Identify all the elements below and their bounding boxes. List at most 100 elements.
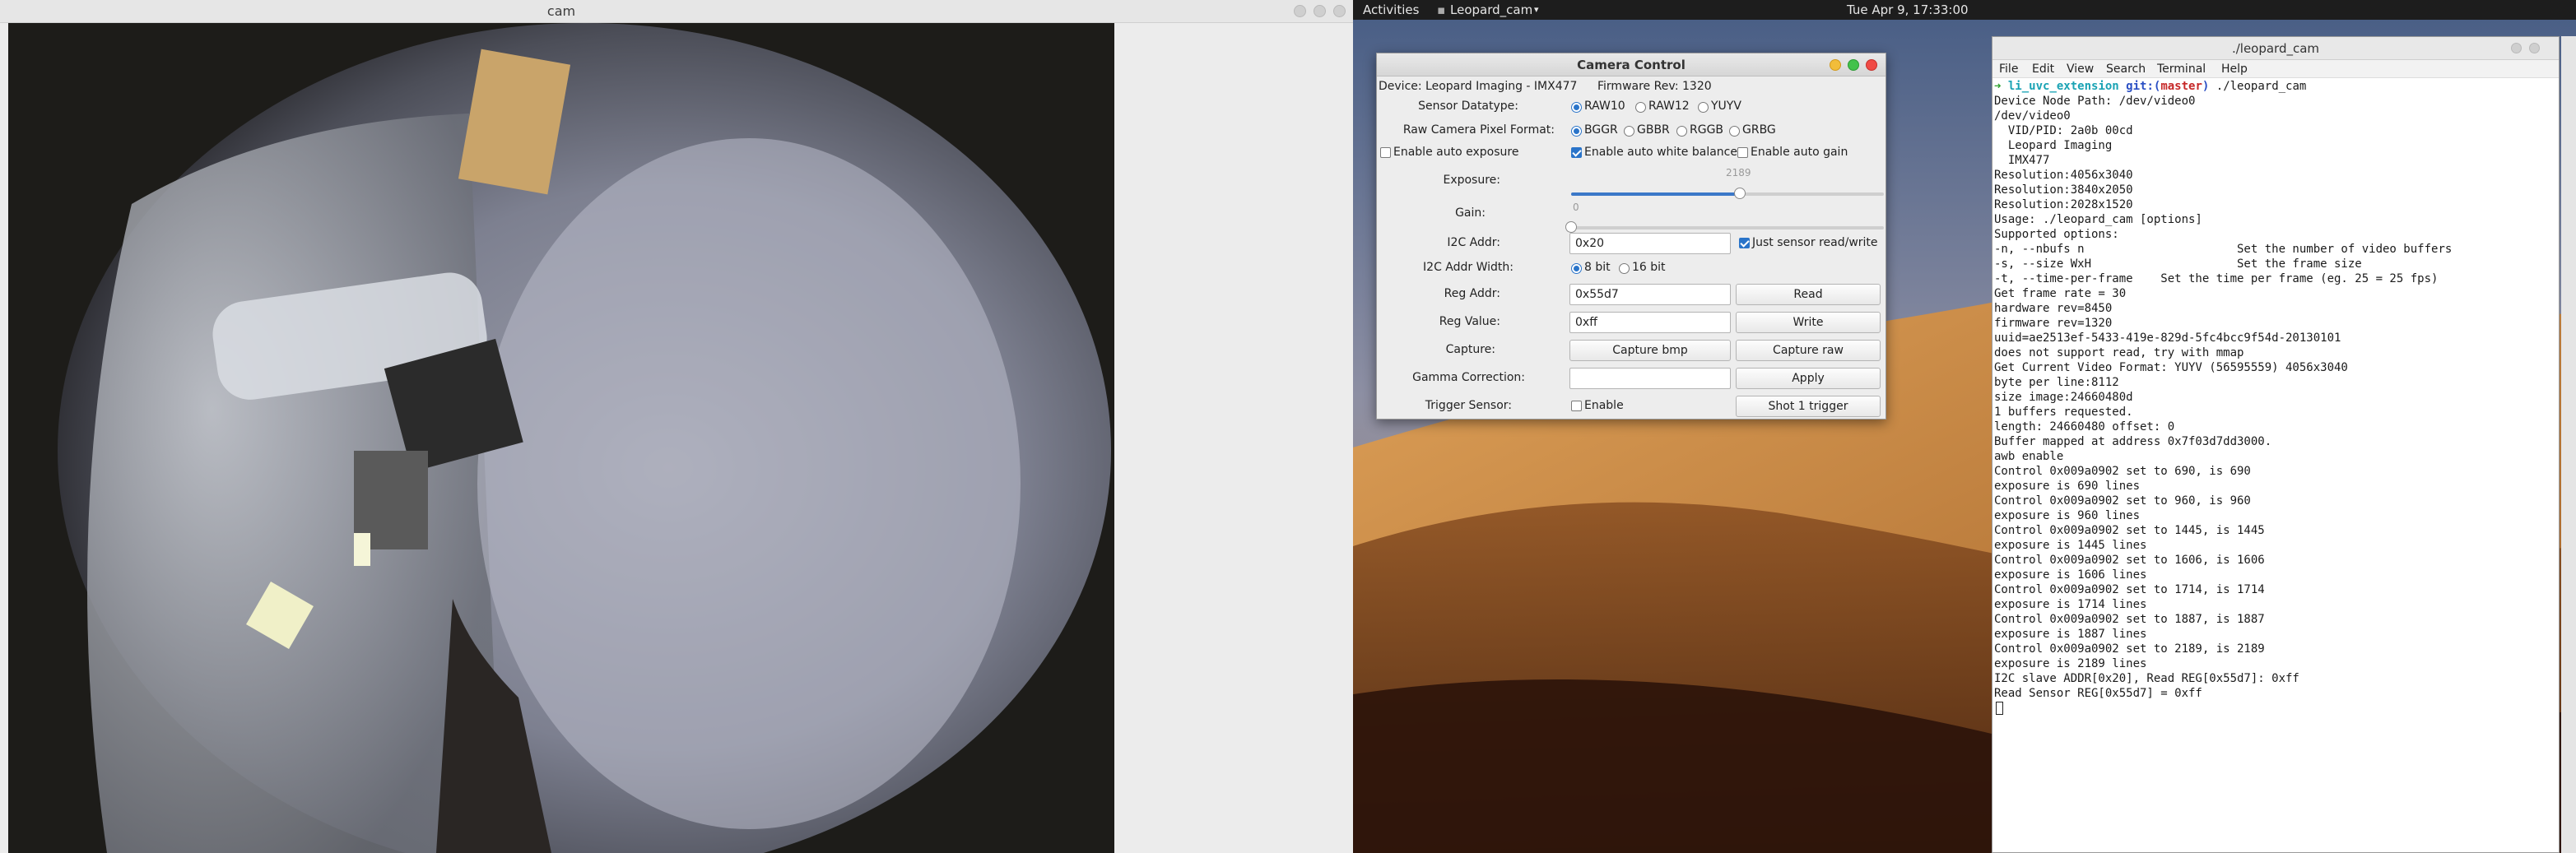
trigger-enable-checkbox[interactable] xyxy=(1571,401,1582,411)
terminal-line: exposure is 960 lines xyxy=(1994,509,2141,522)
auto-white-balance-checkbox[interactable] xyxy=(1571,147,1582,158)
terminal-line: exposure is 2189 lines xyxy=(1994,657,2147,670)
radio-raw10[interactable] xyxy=(1571,102,1582,113)
terminal-line: hardware rev=8450 xyxy=(1994,302,2113,315)
exposure-slider-handle[interactable] xyxy=(1734,188,1746,199)
device-label: Device: Leopard Imaging - IMX477 xyxy=(1379,80,1578,93)
minimize-button[interactable] xyxy=(1830,59,1841,71)
radio-grbg[interactable] xyxy=(1729,126,1740,137)
terminal-line: Control 0x009a0902 set to 960, is 960 xyxy=(1994,494,2251,508)
terminal-line: Resolution:2028x1520 xyxy=(1994,198,2133,211)
capture-bmp-button[interactable]: Capture bmp xyxy=(1569,340,1731,361)
camera-control-dialog: Camera Control Device: Leopard Imaging -… xyxy=(1376,53,1886,420)
read-button[interactable]: Read xyxy=(1736,284,1881,305)
raw12-label: RAW12 xyxy=(1648,100,1690,113)
terminal-line: Read Sensor REG[0x55d7] = 0xff xyxy=(1994,687,2202,700)
menu-file[interactable]: File xyxy=(1999,60,2018,78)
terminal-line: exposure is 1445 lines xyxy=(1994,539,2147,552)
terminal-line: exposure is 1887 lines xyxy=(1994,628,2147,641)
exposure-slider-fill xyxy=(1571,192,1741,196)
terminal-titlebar[interactable]: ./leopard_cam xyxy=(1992,37,2559,60)
radio-gbbr[interactable] xyxy=(1624,126,1634,137)
exposure-slider[interactable] xyxy=(1571,188,1884,199)
exposure-label: Exposure: xyxy=(1443,174,1500,187)
rggb-label: RGGB xyxy=(1690,123,1724,137)
cam-window-empty-area xyxy=(1116,23,1353,853)
reg-addr-input[interactable]: 0x55d7 xyxy=(1569,284,1731,305)
menu-search[interactable]: Search xyxy=(2106,60,2146,78)
chevron-down-icon[interactable]: ▾ xyxy=(1534,0,1539,20)
camera-control-titlebar[interactable]: Camera Control xyxy=(1377,53,1886,76)
terminal-line: does not support read, try with mmap xyxy=(1994,346,2244,359)
terminal-line: Control 0x009a0902 set to 1606, is 1606 xyxy=(1994,554,2265,567)
auto-exposure-checkbox[interactable] xyxy=(1380,147,1391,158)
terminal-line: awb enable xyxy=(1994,450,2064,463)
maximize-button[interactable] xyxy=(1848,59,1859,71)
terminal-line: Leopard Imaging xyxy=(1994,139,2113,152)
menu-edit[interactable]: Edit xyxy=(2032,60,2054,78)
activities-button[interactable]: Activities xyxy=(1363,0,1419,20)
capture-label: Capture: xyxy=(1445,343,1495,356)
close-button[interactable] xyxy=(2529,43,2540,53)
cam-titlebar[interactable]: cam xyxy=(0,0,1353,23)
auto-white-balance-label: Enable auto white balance xyxy=(1584,146,1737,159)
i2c-addr-input[interactable]: 0x20 xyxy=(1569,233,1731,254)
gbbr-label: GBBR xyxy=(1637,123,1670,137)
terminal-line: Get Current Video Format: YUYV (56595559… xyxy=(1994,361,2348,374)
terminal-line: /dev/video0 xyxy=(1994,109,2071,123)
just-sensor-checkbox[interactable] xyxy=(1739,238,1750,248)
terminal-line: exposure is 1606 lines xyxy=(1994,568,2147,582)
maximize-button[interactable] xyxy=(1314,5,1326,17)
gain-label: Gain: xyxy=(1455,206,1486,220)
terminal-output[interactable]: ➜ li_uvc_extension git:(master) ./leopar… xyxy=(1992,79,2559,852)
close-button[interactable] xyxy=(1333,5,1346,17)
auto-gain-checkbox[interactable] xyxy=(1737,147,1748,158)
terminal-line: VID/PID: 2a0b 00cd xyxy=(1994,124,2133,137)
radio-16bit[interactable] xyxy=(1619,263,1630,274)
reg-value-label: Reg Value: xyxy=(1439,315,1500,328)
prompt-command: ./leopard_cam xyxy=(2209,80,2307,93)
app-menu-button[interactable]: Leopard_cam xyxy=(1450,0,1532,20)
gamma-input[interactable] xyxy=(1569,368,1731,389)
trigger-enable-label: Enable xyxy=(1584,399,1624,412)
menu-terminal[interactable]: Terminal xyxy=(2157,60,2206,78)
auto-exposure-label: Enable auto exposure xyxy=(1393,146,1519,159)
terminal-line: -n, --nbufs n Set the number of video bu… xyxy=(1994,243,2453,256)
write-button[interactable]: Write xyxy=(1736,312,1881,333)
menu-help[interactable]: Help xyxy=(2221,60,2248,78)
radio-8bit[interactable] xyxy=(1571,263,1582,274)
gain-slider[interactable] xyxy=(1565,221,1884,233)
menu-view[interactable]: View xyxy=(2067,60,2094,78)
terminal-line: size image:24660480d xyxy=(1994,391,2133,404)
reg-value-input[interactable]: 0xff xyxy=(1569,312,1731,333)
shot-trigger-button[interactable]: Shot 1 trigger xyxy=(1736,396,1881,417)
terminal-line: Supported options: xyxy=(1994,228,2119,241)
terminal-line: Device Node Path: /dev/video0 xyxy=(1994,95,2196,108)
terminal-window: ./leopard_cam File Edit View Search Term… xyxy=(1992,36,2560,853)
minimize-button[interactable] xyxy=(1294,5,1306,17)
firmware-label: Firmware Rev: 1320 xyxy=(1597,80,1712,93)
close-button[interactable] xyxy=(1866,59,1877,71)
terminal-line: -t, --time-per-frame Set the time per fr… xyxy=(1994,272,2439,285)
radio-bggr[interactable] xyxy=(1571,126,1582,137)
trigger-label: Trigger Sensor: xyxy=(1425,399,1512,412)
apply-button[interactable]: Apply xyxy=(1736,368,1881,389)
radio-rggb[interactable] xyxy=(1676,126,1687,137)
radio-yuyv[interactable] xyxy=(1698,102,1709,113)
capture-raw-button[interactable]: Capture raw xyxy=(1736,340,1881,361)
terminal-scrollbar[interactable] xyxy=(2561,36,2576,853)
camera-preview-image xyxy=(8,23,1114,853)
i2c-width-label: I2C Addr Width: xyxy=(1423,261,1514,274)
radio-raw12[interactable] xyxy=(1635,102,1646,113)
16bit-label: 16 bit xyxy=(1632,261,1666,274)
pixel-format-label: Raw Camera Pixel Format: xyxy=(1402,123,1555,137)
terminal-line: uuid=ae2513ef-5433-419e-829d-5fc4bcc9f54… xyxy=(1994,331,2341,345)
minimize-button[interactable] xyxy=(2511,43,2522,53)
terminal-line: Control 0x009a0902 set to 690, is 690 xyxy=(1994,465,2251,478)
clock[interactable]: Tue Apr 9, 17:33:00 xyxy=(1847,0,1969,20)
gain-value: 0 xyxy=(1573,202,1579,213)
terminal-line: exposure is 1714 lines xyxy=(1994,598,2147,611)
terminal-line: Resolution:4056x3040 xyxy=(1994,169,2133,182)
gamma-label: Gamma Correction: xyxy=(1412,371,1525,384)
gain-slider-handle[interactable] xyxy=(1565,221,1577,233)
